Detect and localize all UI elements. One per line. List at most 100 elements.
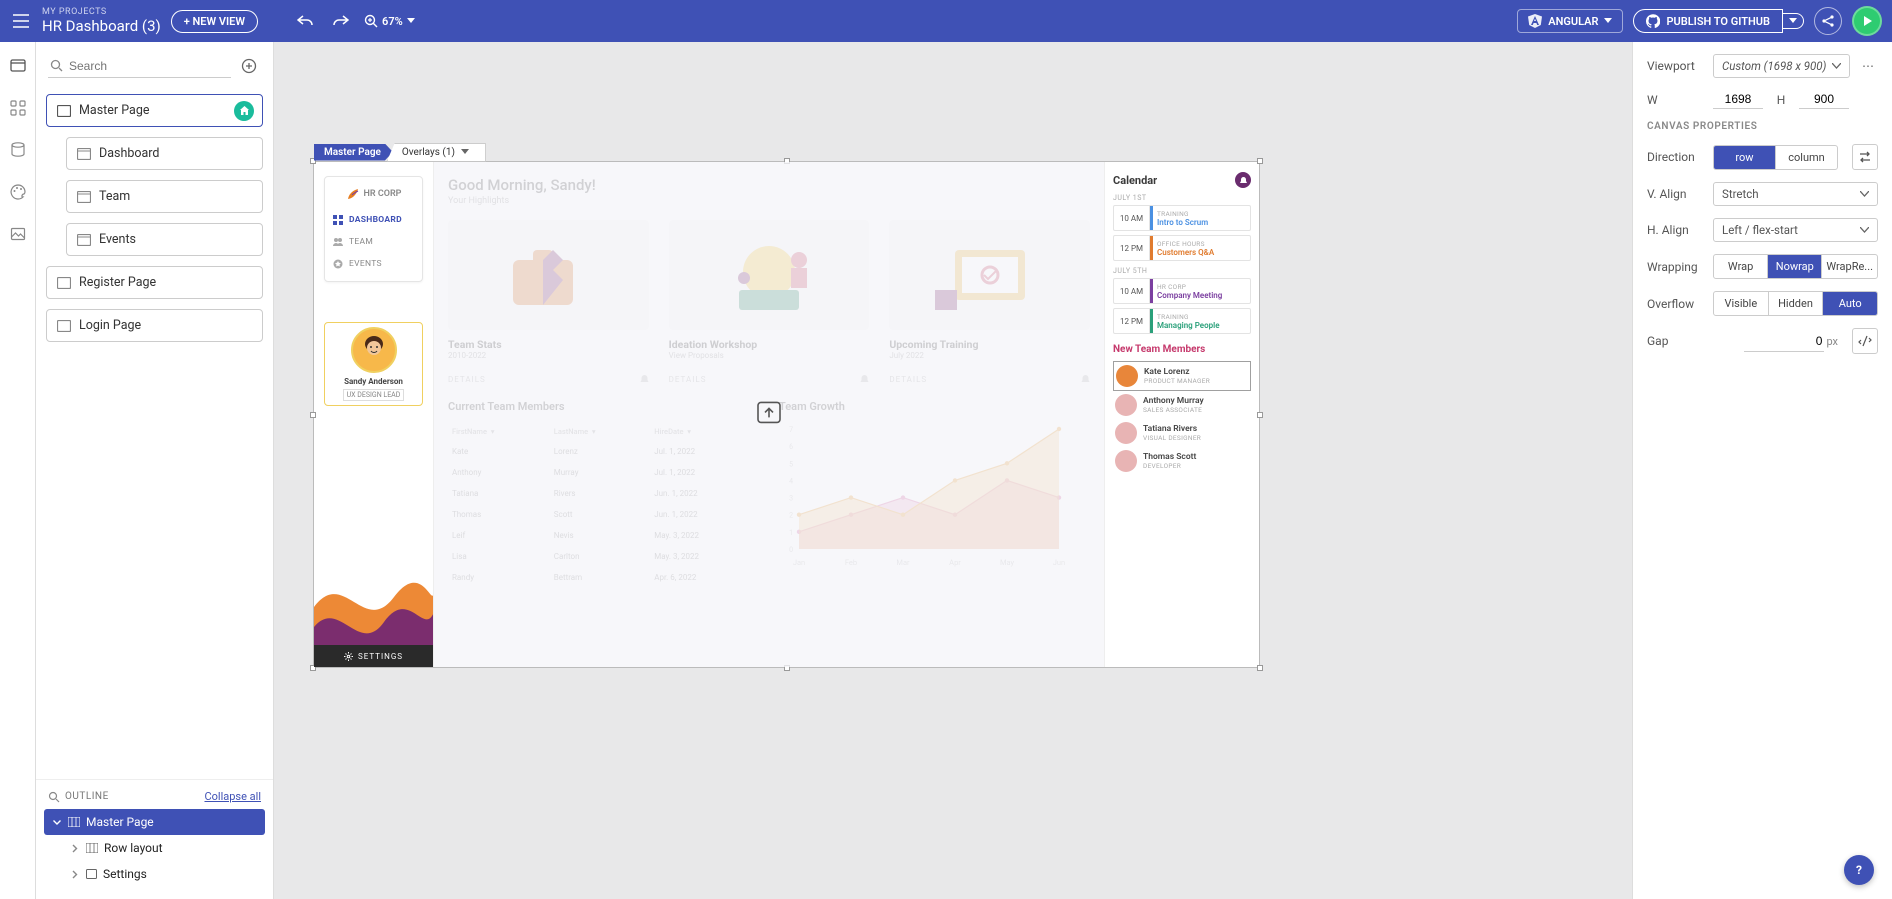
mock-greeting: Good Morning, Sandy!	[448, 176, 1090, 194]
canvas-properties-header: CANVAS PROPERTIES	[1647, 121, 1878, 132]
outline-item-settings[interactable]: Settings	[44, 861, 265, 887]
mock-settings-bar: SETTINGS	[314, 645, 433, 667]
help-fab[interactable]: ?	[1844, 855, 1874, 885]
search-icon	[48, 791, 60, 803]
height-input[interactable]	[1799, 90, 1849, 109]
bell-icon	[1081, 374, 1090, 384]
rail-components-icon[interactable]	[8, 98, 28, 118]
gap-lock-button[interactable]	[1852, 328, 1878, 354]
svg-text:Jan: Jan	[793, 558, 805, 567]
publish-button[interactable]: PUBLISH TO GITHUB	[1633, 9, 1804, 33]
redo-icon[interactable]	[328, 8, 354, 34]
project-name[interactable]: HR Dashboard (3)	[42, 18, 161, 35]
home-badge-icon	[234, 101, 254, 121]
page-icon	[57, 277, 71, 289]
left-panel: Master Page Dashboard Team Events Regist…	[36, 42, 274, 899]
page-item-events[interactable]: Events	[66, 223, 263, 256]
undo-icon[interactable]	[292, 8, 318, 34]
menu-icon[interactable]	[10, 10, 32, 32]
page-icon	[57, 320, 71, 332]
swap-direction-button[interactable]	[1852, 144, 1878, 170]
chevron-down-icon	[1789, 18, 1797, 24]
canvas-tab-master[interactable]: Master Page	[314, 144, 393, 161]
zoom-control[interactable]: 67%	[364, 14, 415, 28]
bell-icon	[1235, 172, 1251, 188]
search-icon	[50, 59, 63, 72]
nowrap-button[interactable]: Nowrap	[1768, 255, 1822, 278]
design-frame[interactable]: HR CORP DASHBOARD TEAM EVENTS	[314, 162, 1259, 667]
svg-text:Feb: Feb	[845, 558, 857, 567]
direction-column-button[interactable]: column	[1776, 146, 1837, 169]
page-item-register[interactable]: Register Page	[46, 266, 263, 299]
svg-text:May: May	[1000, 558, 1015, 567]
share-button[interactable]	[1814, 7, 1842, 35]
page-icon	[77, 191, 91, 203]
mock-sidebar: HR CORP DASHBOARD TEAM EVENTS	[314, 162, 434, 667]
overflow-hidden-button[interactable]: Hidden	[1769, 292, 1824, 315]
rail-theme-icon[interactable]	[8, 182, 28, 202]
mock-highlight-card: Team Stats 2010-2022 DETAILS	[448, 220, 649, 384]
gap-input[interactable]	[1744, 331, 1824, 352]
outline-item-master[interactable]: Master Page	[44, 809, 265, 835]
wrap-button[interactable]: Wrap	[1714, 255, 1768, 278]
svg-text:7: 7	[789, 426, 793, 434]
preview-button[interactable]	[1852, 6, 1882, 36]
mock-highlight-card: Upcoming Training July 2022 DETAILS	[889, 220, 1090, 384]
overflow-toggle: Visible Hidden Auto	[1713, 291, 1878, 316]
mock-main: Good Morning, Sandy! Your Highlights Tea…	[434, 162, 1104, 667]
gear-icon	[344, 652, 353, 661]
direction-row-button[interactable]: row	[1714, 146, 1776, 169]
canvas[interactable]: Master Page Overlays (1) HR CORP	[274, 42, 1632, 899]
halign-select[interactable]: Left / flex-start	[1713, 218, 1878, 242]
wrapreverse-button[interactable]: WrapRe...	[1822, 255, 1877, 278]
mock-highlight-card: Ideation Workshop View Proposals DETAILS	[669, 220, 870, 384]
page-item-team[interactable]: Team	[66, 180, 263, 213]
page-icon	[77, 234, 91, 246]
bell-icon	[640, 374, 649, 384]
upload-placeholder-icon	[756, 399, 782, 425]
mock-members-panel: Current Team Members FirstName ▾LastName…	[448, 400, 759, 589]
page-item-master[interactable]: Master Page	[46, 94, 263, 127]
chevron-down-icon	[1860, 191, 1869, 197]
growth-chart: 01234567JanFebMarAprMayJun	[779, 421, 1069, 571]
mock-logo: HR CORP	[331, 183, 416, 209]
row-layout-icon	[86, 843, 98, 853]
more-menu-button[interactable]: ⋯	[1858, 59, 1878, 73]
collapse-all-link[interactable]: Collapse all	[204, 790, 261, 803]
valign-select[interactable]: Stretch	[1713, 182, 1878, 206]
search-input-wrapper[interactable]	[48, 55, 231, 78]
viewport-select[interactable]: Custom (1698 x 900)	[1713, 54, 1850, 78]
chevron-down-icon	[1832, 63, 1841, 69]
wrapping-toggle: Wrap Nowrap WrapRe...	[1713, 254, 1878, 279]
chevron-down-icon	[461, 149, 469, 155]
canvas-tab-overlays[interactable]: Overlays (1)	[387, 143, 486, 162]
overflow-auto-button[interactable]: Auto	[1823, 292, 1877, 315]
svg-text:Apr: Apr	[949, 558, 961, 567]
outline-item-rowlayout[interactable]: Row layout	[44, 835, 265, 861]
properties-panel: Viewport Custom (1698 x 900) ⋯ W H CANVA…	[1632, 42, 1892, 899]
zoom-value: 67%	[382, 15, 403, 28]
rail-assets-icon[interactable]	[8, 224, 28, 244]
search-input[interactable]	[69, 59, 229, 73]
add-page-button[interactable]	[237, 54, 261, 78]
left-rail	[0, 42, 36, 899]
resize-handle[interactable]	[1257, 158, 1263, 164]
width-input[interactable]	[1713, 90, 1763, 109]
overflow-visible-button[interactable]: Visible	[1714, 292, 1769, 315]
svg-text:5: 5	[789, 460, 793, 468]
page-item-login[interactable]: Login Page	[46, 309, 263, 342]
new-view-button[interactable]: + NEW VIEW	[171, 10, 258, 33]
mock-nav-events: EVENTS	[331, 253, 416, 275]
rail-pages-icon[interactable]	[8, 56, 28, 76]
project-title-block: MY PROJECTS HR Dashboard (3)	[42, 8, 161, 34]
mock-greeting-sub: Your Highlights	[448, 196, 1090, 206]
page-item-dashboard[interactable]: Dashboard	[66, 137, 263, 170]
outline-header: OUTLINE Collapse all	[36, 779, 273, 809]
rail-data-icon[interactable]	[8, 140, 28, 160]
framework-select[interactable]: ANGULAR	[1517, 9, 1623, 33]
svg-text:Jun: Jun	[1053, 558, 1065, 567]
chevron-down-icon	[1604, 18, 1612, 24]
resize-handle[interactable]	[1257, 412, 1263, 418]
publish-dropdown[interactable]	[1783, 13, 1804, 29]
resize-handle[interactable]	[1257, 665, 1263, 671]
